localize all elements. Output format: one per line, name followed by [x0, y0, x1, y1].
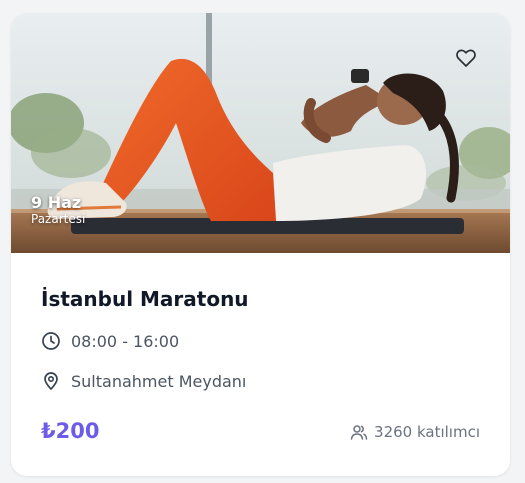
favorite-button[interactable] — [454, 46, 478, 70]
heart-icon — [456, 49, 476, 67]
date-badge: 9 Haz Pazartesi — [31, 193, 85, 226]
fitness-photo — [11, 13, 510, 253]
event-title: İstanbul Maratonu — [41, 287, 249, 311]
event-price: ₺200 — [41, 419, 100, 443]
participants-text: 3260 katılımcı — [374, 423, 480, 441]
event-time: 08:00 - 16:00 — [41, 331, 179, 351]
date-weekday: Pazartesi — [31, 212, 86, 226]
users-icon — [350, 425, 368, 440]
participants-count: 3260 katılımcı — [349, 422, 480, 442]
clock-icon — [42, 332, 60, 350]
date-day: 9 Haz — [31, 193, 82, 212]
event-time-text: 08:00 - 16:00 — [71, 331, 180, 351]
event-image: 9 Haz Pazartesi — [11, 13, 510, 253]
event-location: Sultanahmet Meydanı — [41, 371, 246, 391]
event-card[interactable]: 9 Haz Pazartesi İstanbul Maratonu 08:00 … — [11, 13, 510, 476]
event-location-text: Sultanahmet Meydanı — [71, 371, 247, 391]
map-pin-icon — [44, 372, 58, 390]
